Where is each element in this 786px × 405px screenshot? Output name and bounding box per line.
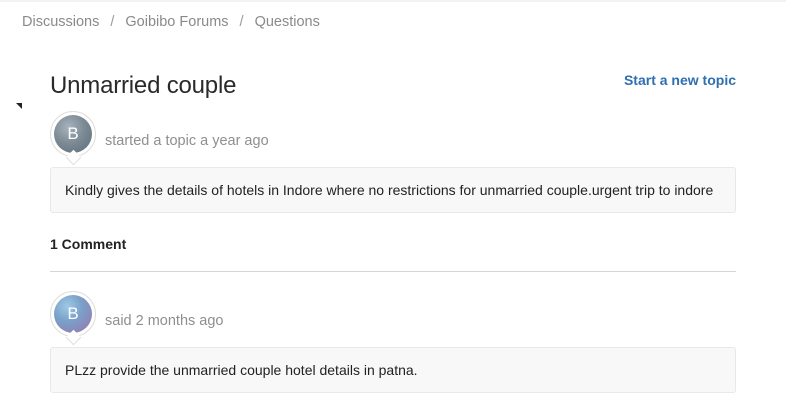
topic-title: Unmarried couple bbox=[50, 72, 237, 99]
breadcrumb-goibibo-forums-link[interactable]: Goibibo Forums bbox=[125, 14, 228, 30]
comment-body-text: PLzz provide the unmarried couple hotel … bbox=[65, 362, 418, 378]
comment-body: PLzz provide the unmarried couple hotel … bbox=[50, 347, 736, 393]
avatar-initial: B bbox=[54, 115, 92, 153]
forum-topic-page: Discussions / Goibibo Forums / Questions… bbox=[0, 0, 786, 405]
breadcrumb: Discussions / Goibibo Forums / Questions bbox=[22, 14, 320, 30]
top-border bbox=[0, 0, 786, 2]
breadcrumb-questions-link[interactable]: Questions bbox=[255, 14, 320, 30]
breadcrumb-separator: / bbox=[110, 14, 115, 30]
avatar-initial: B bbox=[54, 295, 92, 333]
topic-body-text: Kindly gives the details of hotels in In… bbox=[65, 182, 714, 198]
breadcrumb-discussions-link[interactable]: Discussions bbox=[22, 14, 99, 30]
corner-marker-icon bbox=[16, 103, 22, 109]
topic-body: Kindly gives the details of hotels in In… bbox=[50, 167, 736, 213]
comments-heading: 1 Comment bbox=[50, 236, 127, 252]
start-new-topic-link[interactable]: Start a new topic bbox=[624, 72, 736, 88]
topic-meta: started a topic a year ago bbox=[105, 133, 269, 149]
divider bbox=[50, 271, 736, 272]
comment-meta: said 2 months ago bbox=[105, 313, 224, 329]
breadcrumb-separator: / bbox=[239, 14, 244, 30]
